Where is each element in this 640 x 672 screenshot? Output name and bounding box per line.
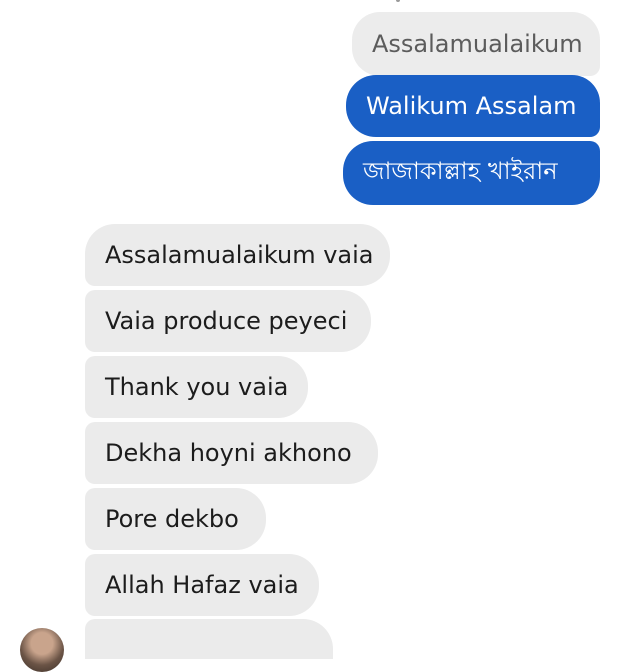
message-text: Allah Hafaz vaia <box>105 571 299 599</box>
received-message[interactable]: Assalamualaikum vaia <box>85 224 390 286</box>
sent-message[interactable]: Assalamualaikum <box>352 12 600 76</box>
message-text: Thank you vaia <box>105 373 289 401</box>
message-text: Dekha hoyni akhono <box>105 439 352 467</box>
message-text: Pore dekbo <box>105 505 239 533</box>
received-message[interactable] <box>85 619 333 659</box>
message-text: Assalamualaikum vaia <box>105 241 374 269</box>
received-message[interactable]: Vaia produce peyeci <box>85 290 371 352</box>
received-message[interactable]: Dekha hoyni akhono <box>85 422 378 484</box>
contact-avatar[interactable] <box>20 628 64 672</box>
sent-message[interactable]: জাজাকাল্লাহ খাইরান <box>343 141 600 205</box>
message-text: Assalamualaikum <box>372 30 583 58</box>
timestamp-dot <box>396 0 400 2</box>
received-message[interactable]: Pore dekbo <box>85 488 266 550</box>
message-text: জাজাকাল্লাহ খাইরান <box>363 157 558 185</box>
message-text: Vaia produce peyeci <box>105 307 348 335</box>
received-message[interactable]: Thank you vaia <box>85 356 308 418</box>
chat-thread: Assalamualaikum Walikum Assalam জাজাকাল্… <box>0 0 640 672</box>
sent-message[interactable]: Walikum Assalam <box>346 75 600 137</box>
message-text: Walikum Assalam <box>366 92 577 120</box>
received-message[interactable]: Allah Hafaz vaia <box>85 554 319 616</box>
